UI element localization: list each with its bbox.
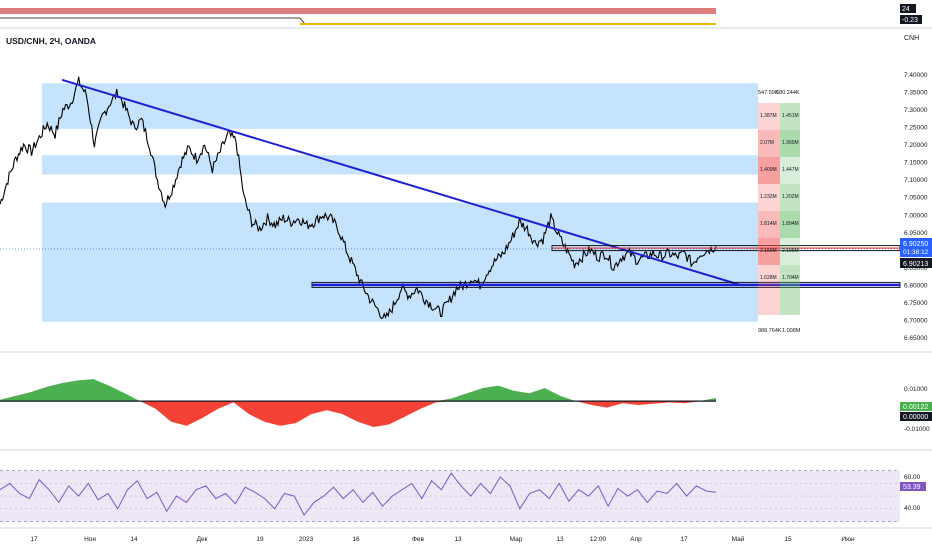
vp-bar-right	[780, 265, 800, 315]
top-value-1: 24	[902, 6, 910, 13]
rsi-tick-60: 60.00	[904, 474, 921, 481]
price-tick-label: 6.80000	[904, 282, 928, 289]
price-tick-label: 7.15000	[904, 160, 928, 167]
vp-label-left: 2.159M	[760, 248, 777, 254]
time-tick-label: 14	[130, 536, 138, 543]
price-tick-label: 6.65000	[904, 335, 928, 342]
time-tick-label: 12:00	[590, 536, 607, 543]
vp-label-left: 2.07M	[760, 140, 774, 146]
price-tick-label: 6.70000	[904, 317, 928, 324]
vp-label-right: 2.199M	[782, 248, 799, 254]
time-tick-label: Мар	[510, 536, 523, 543]
price-tick-label: 7.25000	[904, 125, 928, 132]
rsi-pane	[0, 470, 900, 522]
time-tick-label: 17	[30, 536, 38, 543]
price-tick-label: 7.05000	[904, 195, 928, 202]
price-tick-label: 7.35000	[904, 90, 928, 97]
macd-tick-high: 0.01000	[904, 386, 928, 393]
vp-label-left: 1.628M	[760, 275, 777, 281]
vp-top-right: 580.244K	[776, 90, 800, 96]
symbol-title: USD/CNH, 2Ч, OANDA	[6, 36, 96, 46]
time-tick-label: Апр	[630, 536, 642, 543]
vp-label-right: 1.451M	[782, 113, 799, 119]
time-tick-label: Ноя	[84, 536, 96, 543]
macd-tick-low: -0.01000	[904, 426, 930, 433]
level-price-label: 6.90213	[903, 261, 928, 268]
price-tick-label: 7.40000	[904, 72, 928, 79]
price-tick-label: 7.00000	[904, 212, 928, 219]
price-tick-label: 6.95000	[904, 230, 928, 237]
time-tick-label: 13	[556, 536, 564, 543]
vp-bottom-right: 1.008M	[782, 328, 801, 334]
vp-label-right: 1.704M	[782, 275, 799, 281]
price-zone	[42, 155, 758, 175]
price-zone	[42, 202, 758, 322]
vp-label-right: 1.202M	[782, 194, 799, 200]
vp-label-right: 1.894M	[782, 221, 799, 227]
macd-pane	[0, 379, 716, 427]
price-tick-label: 7.10000	[904, 177, 928, 184]
rsi-tick-40: 40.00	[904, 505, 921, 512]
time-tick-label: 16	[352, 536, 360, 543]
vp-label-right: 1.447M	[782, 167, 799, 173]
macd-signal-value: 0.00000	[903, 414, 928, 421]
rsi-value: 53.39	[903, 484, 921, 491]
vp-label-left: 1.814M	[760, 221, 777, 227]
vp-label-left: 1.409M	[760, 167, 777, 173]
macd-value: 0.00122	[903, 404, 928, 411]
vp-label-left: 1.387M	[760, 113, 777, 119]
time-tick-label: Май	[732, 535, 745, 543]
chart-window: 547.59K 580.244K 1.387M 1.451M 2.07M 1.969M 1.…	[0, 0, 932, 550]
price-tick-label: 6.75000	[904, 300, 928, 307]
time-tick-label: 2023	[299, 536, 314, 543]
macd-positive-area	[0, 379, 716, 402]
vp-bar-left	[758, 265, 780, 315]
top-value-2: -0.23	[902, 17, 918, 24]
time-tick-label: 15	[784, 536, 792, 543]
currency-label: CNH	[904, 35, 919, 42]
chart-canvas[interactable]: 547.59K580.244K1.387M 1.451M2.07M 1.969M1.…	[0, 0, 932, 550]
volume-profile: 547.59K580.244K1.387M 1.451M2.07M 1.969M1.…	[758, 90, 801, 334]
price-axis[interactable]: CNH 7.40000 7.35000 7.30000 7.25000 7.20000 7…	[904, 35, 928, 342]
time-axis[interactable]: 17 Ноя 14 Дек 19 2023 16 Фев 13 Мар 13 12:00 Апр 17 Ма…	[30, 535, 855, 543]
time-tick-label: Дек	[197, 536, 208, 543]
time-tick-label: Июн	[841, 536, 855, 543]
time-tick-label: 13	[454, 536, 462, 543]
time-tick-label: 19	[256, 536, 264, 543]
macd-negative-area	[0, 401, 716, 427]
price-tick-label: 7.30000	[904, 107, 928, 114]
vp-bottom-left: 988.764K	[758, 328, 782, 334]
time-tick-label: 17	[680, 536, 688, 543]
bar-countdown: 01:38:12	[903, 249, 929, 256]
top-volume-bars	[0, 8, 716, 14]
current-price-label: 6.90250	[903, 241, 928, 248]
time-tick-label: Фев	[412, 536, 425, 543]
price-tick-label: 7.20000	[904, 142, 928, 149]
vp-label-left: 1.232M	[760, 194, 777, 200]
vp-label-right: 1.969M	[782, 140, 799, 146]
